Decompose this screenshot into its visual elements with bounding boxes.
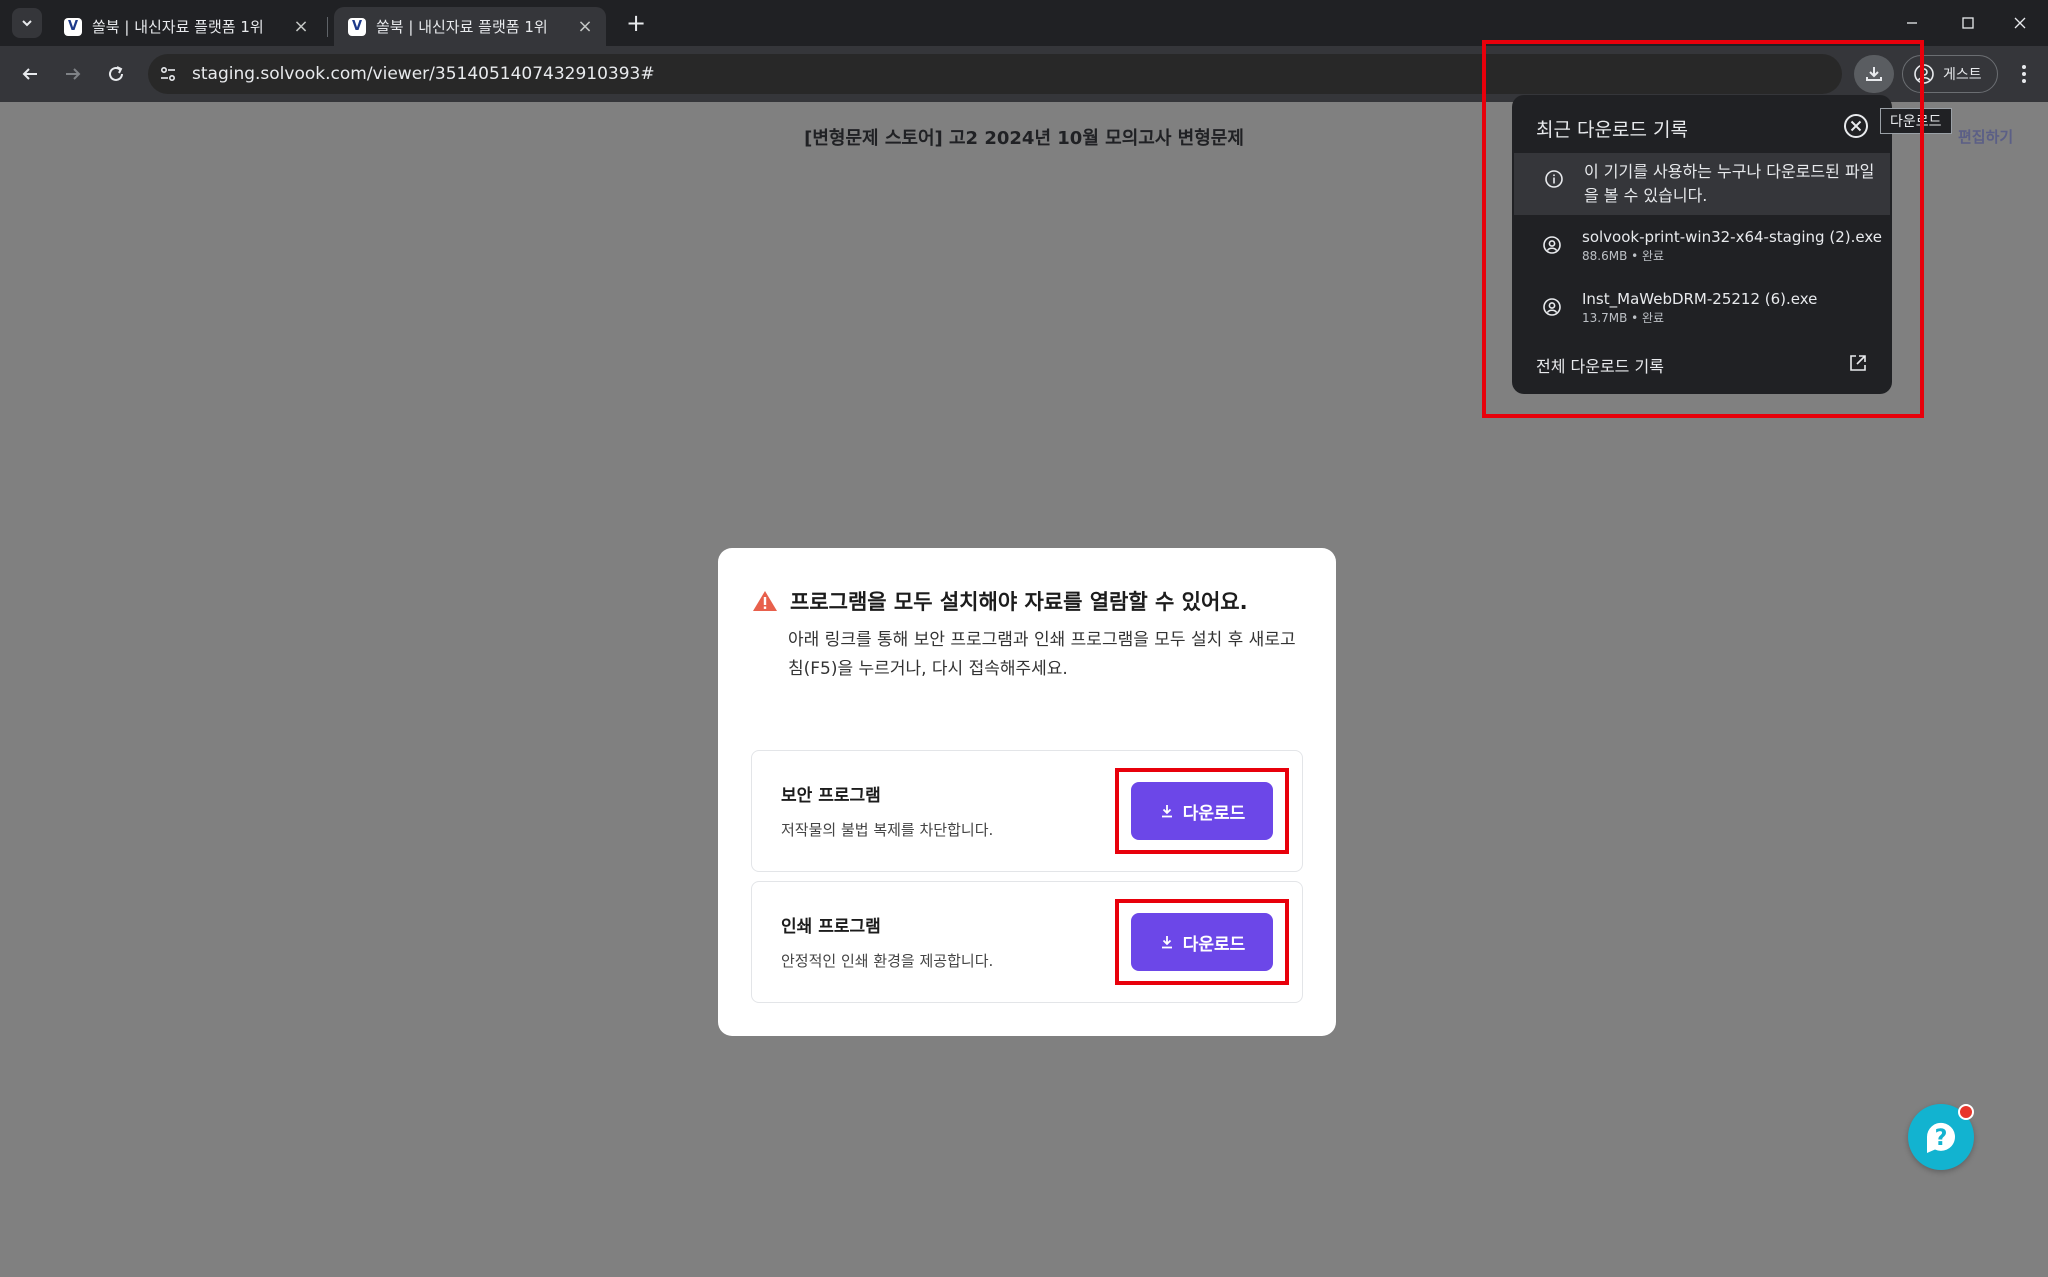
svg-text:?: ? (1935, 1126, 1948, 1151)
warning-icon (753, 591, 777, 611)
site-info-icon (160, 66, 176, 82)
maximize-button[interactable] (1940, 0, 1996, 46)
notification-dot (1958, 1104, 1974, 1120)
new-tab-button[interactable]: + (620, 8, 652, 38)
chevron-down-icon (22, 20, 32, 27)
tab-separator (327, 17, 328, 37)
modal-title: 프로그램을 모두 설치해야 자료를 열람할 수 있어요. (790, 590, 1248, 614)
forward-button[interactable] (55, 56, 91, 92)
minimize-icon (1907, 22, 1917, 24)
program-description: 저작물의 불법 복제를 차단합니다. (781, 821, 994, 839)
download-icon (1161, 936, 1172, 949)
close-icon (2014, 17, 2026, 29)
solvook-favicon-icon: V (348, 17, 366, 36)
forward-icon (66, 68, 81, 80)
download-icon (1161, 805, 1172, 818)
downloads-highlight-box (1482, 40, 1924, 418)
tab-2-active[interactable]: V 쏠북 | 내신자료 플랫폼 1위 × (334, 7, 606, 46)
edit-link[interactable]: 편집하기 (1958, 126, 2013, 147)
kebab-menu-icon (2022, 65, 2026, 83)
program-name: 인쇄 프로그램 (781, 917, 881, 937)
tab-title: 쏠북 | 내신자료 플랫폼 1위 (376, 18, 548, 36)
program-description: 안정적인 인쇄 환경을 제공합니다. (781, 952, 994, 970)
site-info-button[interactable] (150, 56, 186, 92)
url-text[interactable]: staging.solvook.com/viewer/3514051407432… (192, 64, 655, 84)
maximize-icon (1962, 17, 1974, 29)
download-button-label: 다운로드 (1182, 803, 1246, 824)
modal-description: 아래 링크를 통해 보안 프로그램과 인쇄 프로그램을 모두 설치 후 새로고침… (788, 630, 1296, 679)
tab-close-icon[interactable]: × (290, 16, 312, 38)
help-icon: ? (1926, 1122, 1955, 1153)
back-icon (22, 68, 37, 80)
tab-title: 쏠북 | 내신자료 플랫폼 1위 (92, 18, 264, 36)
tab-search-button[interactable] (12, 8, 42, 38)
security-download-button[interactable]: 다운로드 (1131, 782, 1273, 840)
install-required-modal: 프로그램을 모두 설치해야 자료를 열람할 수 있어요. 아래 링크를 통해 보… (718, 548, 1336, 1036)
browser-menu-button[interactable] (2006, 56, 2042, 92)
modal-header: 프로그램을 모두 설치해야 자료를 열람할 수 있어요. (752, 586, 1248, 616)
guest-label: 게스트 (1943, 67, 1982, 83)
back-button[interactable] (12, 56, 48, 92)
reload-icon (109, 66, 123, 81)
window-close-button[interactable] (1992, 0, 2048, 46)
tab-close-icon[interactable]: × (574, 16, 596, 38)
download-button-label: 다운로드 (1182, 934, 1246, 955)
tab-1[interactable]: V 쏠북 | 내신자료 플랫폼 1위 × (50, 7, 322, 46)
print-download-button[interactable]: 다운로드 (1131, 913, 1273, 971)
security-program-card: 보안 프로그램 저작물의 불법 복제를 차단합니다. 다운로드 (751, 750, 1303, 872)
program-name: 보안 프로그램 (781, 786, 881, 806)
solvook-favicon-icon: V (64, 17, 82, 36)
print-program-card: 인쇄 프로그램 안정적인 인쇄 환경을 제공합니다. 다운로드 (751, 881, 1303, 1003)
reload-button[interactable] (98, 56, 134, 92)
